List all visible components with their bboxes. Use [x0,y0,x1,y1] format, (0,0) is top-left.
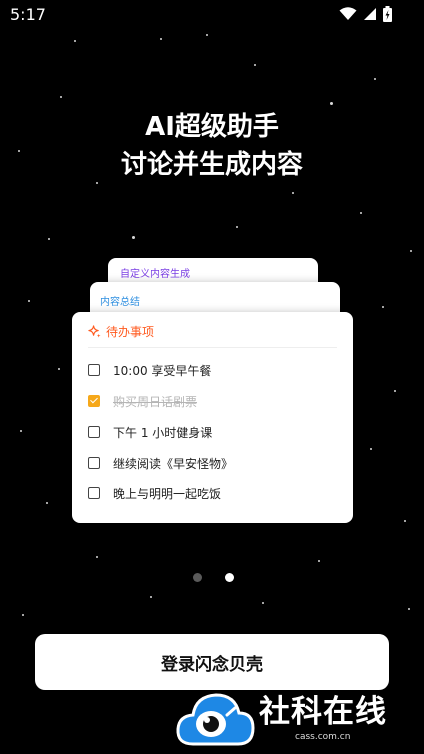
checkbox-checked[interactable] [88,395,100,407]
page-dot-2-active[interactable] [225,573,234,582]
status-bar: 5:17 [0,0,424,30]
checkbox[interactable] [88,364,100,376]
sparkle-icon [88,324,101,338]
page-indicator [193,573,234,582]
cellular-signal-icon [364,8,376,20]
todo-item[interactable]: 下午 1 小时健身课 [88,423,212,441]
wifi-icon [339,7,357,20]
checkbox[interactable] [88,426,100,438]
watermark: 社科在线 cass.com.cn [175,688,424,754]
card-title-custom-generation: 自定义内容生成 [120,269,190,280]
page-dot-1[interactable] [193,573,202,582]
battery-icon [383,6,392,22]
divider [88,347,337,348]
headline: AI超级助手 讨论并生成内容 [0,108,424,184]
todo-card-header: 待办事项 [88,322,154,340]
login-button-label: 登录闪念贝壳 [161,654,263,674]
todo-card-title: 待办事项 [106,324,155,339]
todo-item-text: 购买周日话剧票 [113,394,198,409]
login-button[interactable]: 登录闪念贝壳 [35,634,389,690]
status-icons [339,6,392,22]
todo-item[interactable]: 晚上与明明一起吃饭 [88,484,221,502]
card-title-summary: 内容总结 [100,297,140,308]
checkbox[interactable] [88,457,100,469]
headline-line-2: 讨论并生成内容 [120,150,303,180]
todo-card: 待办事项 10:00 享受早午餐 购买周日话剧票 下午 1 小时健身课 继续阅读… [72,312,353,523]
watermark-text: 社科在线 [259,694,387,730]
todo-item[interactable]: 购买周日话剧票 [88,392,197,410]
headline-line-1: AI超级助手 [145,112,279,142]
watermark-url: cass.com.cn [295,732,351,742]
checkbox[interactable] [88,487,100,499]
todo-item[interactable]: 10:00 享受早午餐 [88,361,211,379]
cloud-eye-logo [176,693,255,746]
todo-item-text: 晚上与明明一起吃饭 [113,486,222,501]
todo-item-text: 继续阅读《早安怪物》 [113,456,234,471]
todo-item-text: 下午 1 小时健身课 [113,425,213,440]
todo-item-text: 10:00 享受早午餐 [113,363,212,378]
todo-item[interactable]: 继续阅读《早安怪物》 [88,454,233,472]
status-time: 5:17 [10,5,46,24]
